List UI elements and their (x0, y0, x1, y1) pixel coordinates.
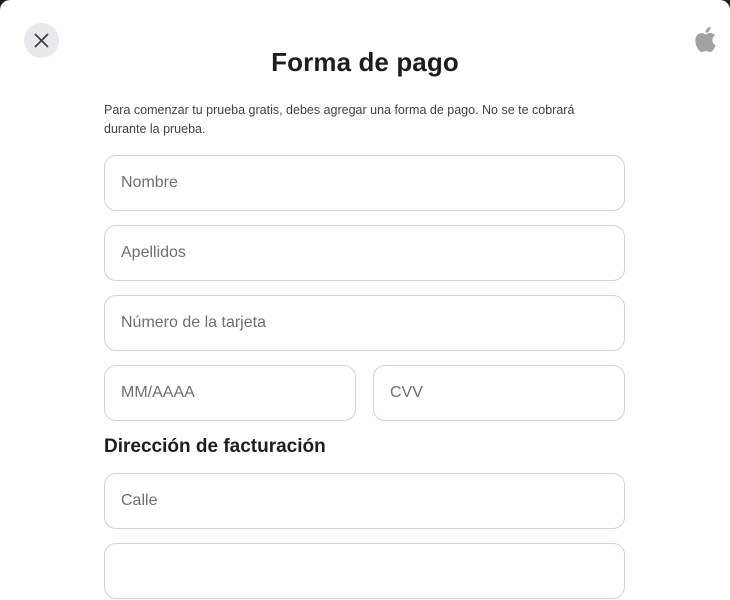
billing-address-heading: Dirección de facturación (104, 436, 326, 457)
card-number-input[interactable] (104, 295, 625, 351)
close-icon (34, 33, 49, 48)
last-name-input[interactable] (104, 225, 625, 281)
page-title: Forma de pago (271, 47, 459, 77)
address-line-2-input[interactable] (104, 543, 625, 599)
street-input[interactable] (104, 473, 625, 529)
expiry-date-input[interactable] (104, 365, 356, 421)
cvv-input[interactable] (373, 365, 625, 421)
first-name-input[interactable] (104, 155, 625, 211)
payment-sheet: Forma de pago Para comenzar tu prueba gr… (0, 0, 730, 600)
intro-text: Para comenzar tu prueba gratis, debes ag… (104, 103, 575, 136)
